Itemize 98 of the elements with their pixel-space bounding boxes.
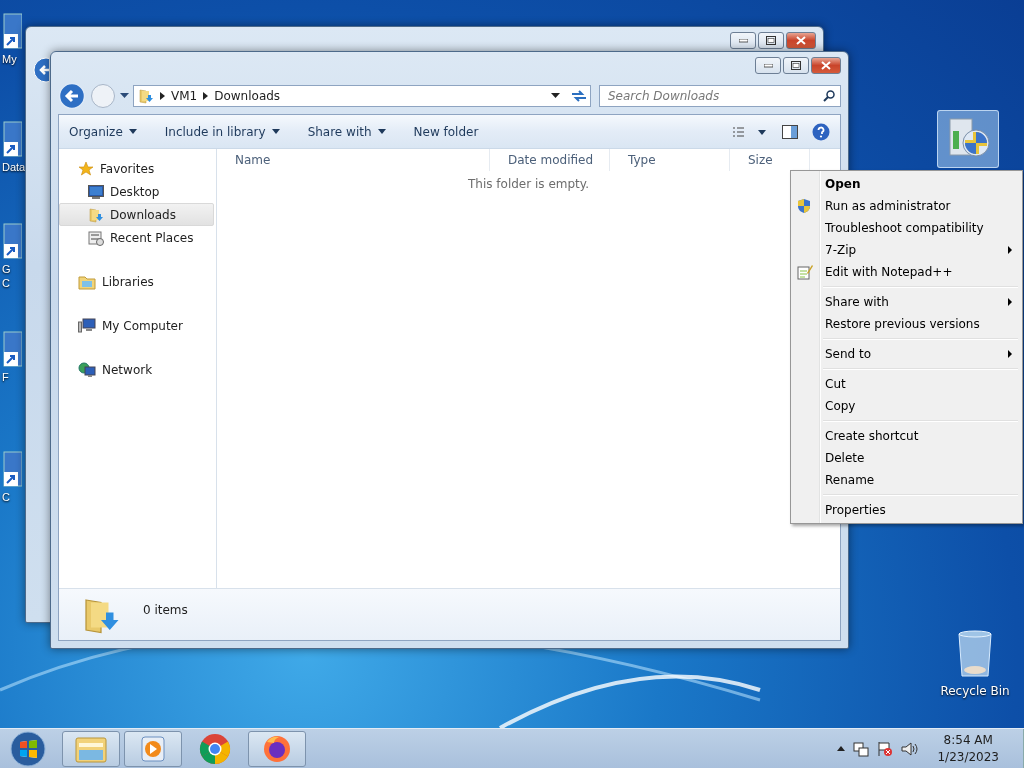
- firefox-icon: [262, 733, 292, 764]
- shortcut-icon[interactable]: [0, 12, 22, 52]
- selected-desktop-icon[interactable]: [937, 110, 999, 168]
- toolbar-button[interactable]: Organize: [69, 124, 137, 139]
- desktop-icon-label: Recycle Bin: [940, 684, 1010, 698]
- menu-item[interactable]: Properties: [793, 499, 1020, 521]
- column-header[interactable]: Name: [217, 149, 490, 171]
- clock-time[interactable]: 8:54 AM: [943, 733, 993, 747]
- minimize-button[interactable]: [730, 32, 756, 49]
- monitor-icon: [88, 184, 104, 199]
- menu-item[interactable]: Edit with Notepad++: [793, 261, 1020, 283]
- maximize-button[interactable]: [758, 32, 784, 49]
- submenu-arrow-icon: [1008, 298, 1012, 306]
- menu-item[interactable]: Cut: [793, 373, 1020, 395]
- desktop-icon-label: C: [1, 490, 10, 504]
- caret-icon: [128, 129, 137, 134]
- shortcut-icon[interactable]: [0, 450, 22, 490]
- nav-item[interactable]: Favorites: [59, 157, 214, 180]
- start-button[interactable]: [9, 729, 47, 768]
- close-icon: [796, 36, 806, 45]
- preview-pane-icon[interactable]: [782, 124, 798, 139]
- submenu-arrow-icon: [1008, 350, 1012, 358]
- menu-item[interactable]: Delete: [793, 447, 1020, 469]
- toolbar-button[interactable]: Include in library: [164, 124, 280, 139]
- item-count: 0 items: [143, 603, 188, 617]
- nav-item[interactable]: Downloads: [59, 203, 214, 226]
- network-tray-icon[interactable]: [853, 740, 870, 757]
- help-icon[interactable]: [812, 122, 830, 141]
- menu-item[interactable]: 7-Zip: [793, 239, 1020, 261]
- flag-icon[interactable]: [877, 740, 894, 757]
- back-icon[interactable]: [58, 82, 86, 110]
- maximize-icon: [766, 36, 776, 45]
- taskbar-app-button[interactable]: [124, 730, 182, 767]
- notepad-icon: [797, 264, 813, 280]
- taskbar-app-button[interactable]: [248, 730, 306, 767]
- toolbar-button[interactable]: New folder: [413, 124, 479, 139]
- shortcut-icon[interactable]: [0, 120, 22, 160]
- show-hidden-icons-icon[interactable]: [837, 746, 846, 751]
- clock-date[interactable]: 1/23/2023: [937, 750, 999, 764]
- menu-item[interactable]: Rename: [793, 469, 1020, 491]
- menu-item[interactable]: Copy: [793, 395, 1020, 417]
- computer-icon: [78, 317, 96, 334]
- desktop-icon-label: My: [1, 52, 17, 66]
- menu-item[interactable]: Run as administrator: [793, 195, 1020, 217]
- toolbar-button[interactable]: Share with: [307, 124, 386, 139]
- breadcrumb-item[interactable]: VM1: [171, 89, 198, 103]
- search-field[interactable]: Search Downloads: [599, 85, 841, 107]
- empty-folder-message: This folder is empty.: [468, 177, 589, 191]
- downloads-folder-icon: [138, 88, 154, 104]
- maximize-icon: [791, 61, 801, 70]
- address-bar[interactable]: VM1 Downloads: [133, 85, 591, 107]
- minimize-icon: [738, 38, 748, 43]
- shortcut-icon[interactable]: [0, 222, 22, 262]
- menu-item[interactable]: Open: [793, 173, 1020, 195]
- desktop-icon-label: F: [1, 370, 9, 384]
- chevron-icon: [203, 92, 209, 100]
- column-header[interactable]: Date modified: [490, 149, 610, 171]
- column-header[interactable]: Type: [610, 149, 730, 171]
- desktop-icon-label: G: [1, 262, 11, 276]
- maximize-button[interactable]: [783, 57, 809, 74]
- nav-item[interactable]: Desktop: [59, 180, 214, 203]
- search-icon: [823, 90, 835, 102]
- close-button[interactable]: [811, 57, 841, 74]
- recycle-bin-icon[interactable]: [955, 630, 995, 678]
- menu-item[interactable]: Create shortcut: [793, 425, 1020, 447]
- downloads-folder-icon: [88, 206, 104, 223]
- desktop-icon-label: C: [1, 276, 10, 290]
- menu-item[interactable]: Troubleshoot compatibility: [793, 217, 1020, 239]
- close-button[interactable]: [786, 32, 816, 49]
- network-icon: [78, 361, 96, 378]
- taskbar-app-button[interactable]: [62, 730, 120, 767]
- submenu-arrow-icon: [1008, 246, 1012, 254]
- minimize-icon: [763, 63, 773, 68]
- caret-icon: [377, 129, 386, 134]
- volume-icon[interactable]: [901, 740, 920, 757]
- breadcrumb-item[interactable]: Downloads: [214, 89, 281, 103]
- minimize-button[interactable]: [755, 57, 781, 74]
- menu-item[interactable]: Send to: [793, 343, 1020, 365]
- menu-item[interactable]: Share with: [793, 291, 1020, 313]
- view-options-icon[interactable]: [732, 125, 768, 138]
- caret-icon[interactable]: [551, 93, 560, 99]
- media-player-icon: [139, 734, 167, 763]
- chrome-icon: [199, 732, 231, 765]
- nav-item[interactable]: Network: [59, 358, 214, 381]
- recent-places-icon: [88, 229, 104, 246]
- menu-item[interactable]: Restore previous versions: [793, 313, 1020, 335]
- nav-item[interactable]: Libraries: [59, 270, 214, 293]
- library-folder-icon: [78, 273, 96, 290]
- shield-icon: [797, 198, 811, 214]
- shortcut-icon[interactable]: [0, 330, 22, 370]
- close-icon: [821, 61, 831, 70]
- desktop-icon-label: Data: [1, 160, 26, 174]
- nav-item[interactable]: My Computer: [59, 314, 214, 337]
- caret-icon[interactable]: [120, 93, 129, 99]
- caret-icon: [271, 129, 280, 134]
- star-icon: [78, 160, 94, 177]
- nav-item[interactable]: Recent Places: [59, 226, 214, 249]
- chevron-icon: [160, 92, 165, 100]
